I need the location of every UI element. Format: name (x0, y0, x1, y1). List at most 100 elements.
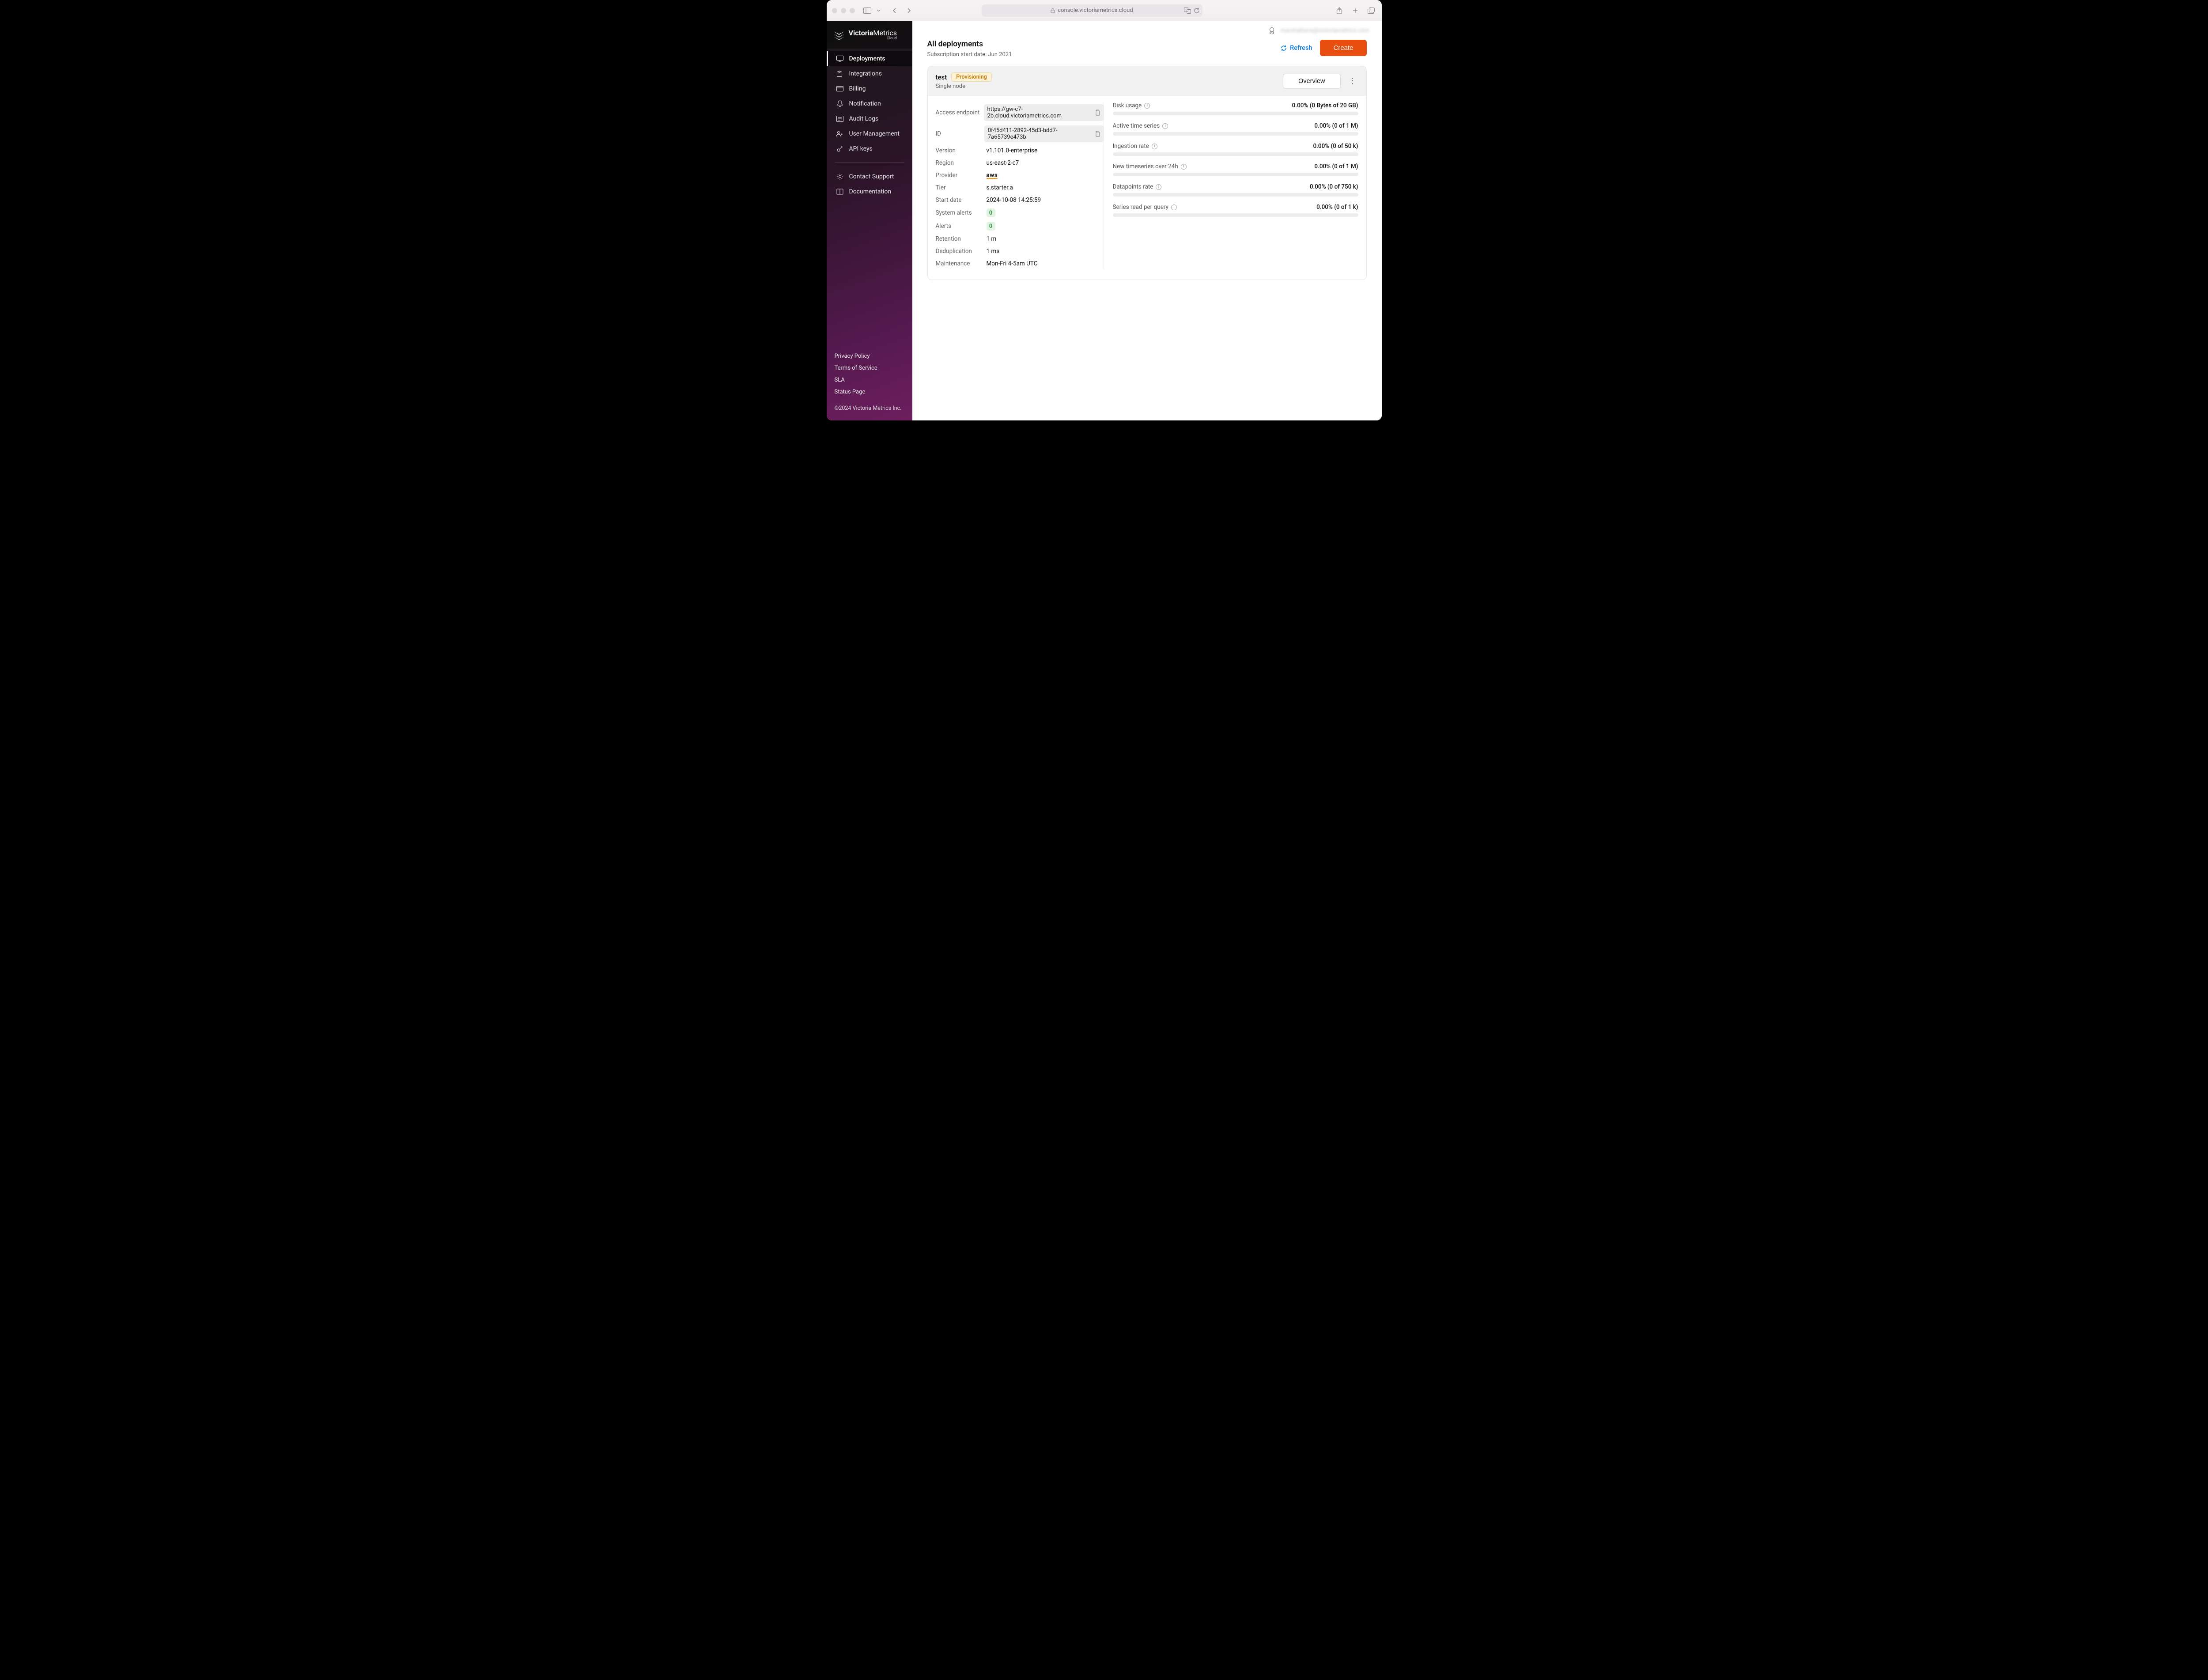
detail-label: Access endpoint (936, 109, 984, 116)
detail-label: Retention (936, 235, 987, 242)
reload-icon[interactable] (1194, 8, 1200, 14)
retention-value: 1 m (987, 235, 997, 242)
alerts-value: 0 (987, 222, 995, 231)
detail-label: Start date (936, 197, 987, 204)
puzzle-icon (836, 70, 844, 78)
footer-privacy[interactable]: Privacy Policy (835, 350, 904, 362)
metric-ingestion-rate: Ingestion ratei0.00% (0 of 50 k) (1113, 143, 1358, 156)
nav-label: Documentation (849, 188, 892, 195)
page-title: All deployments (927, 40, 1012, 49)
refresh-label: Refresh (1290, 44, 1312, 52)
copy-icon[interactable] (1095, 110, 1100, 116)
metric-value: 0.00% (0 Bytes of 20 GB) (1292, 102, 1358, 109)
detail-label: Maintenance (936, 260, 987, 267)
info-icon[interactable]: i (1162, 123, 1168, 129)
nav-label: Integrations (849, 70, 882, 77)
url-text: console.victoriametrics.cloud (1058, 7, 1133, 14)
sidebar-toggle-icon[interactable] (862, 5, 873, 16)
topbar: marshalbeva@victoriametrics.com (912, 21, 1382, 38)
start-date-value: 2024-10-08 14:25:59 (987, 197, 1041, 204)
chevron-down-icon[interactable] (876, 5, 881, 16)
detail-label: System alerts (936, 209, 987, 216)
metric-datapoints-rate: Datapoints ratei0.00% (0 of 750 k) (1113, 183, 1358, 197)
nav-contact-support[interactable]: Contact Support (827, 169, 912, 184)
info-icon[interactable]: i (1144, 103, 1150, 109)
new-tab-icon[interactable] (1350, 5, 1361, 16)
footer-terms[interactable]: Terms of Service (835, 362, 904, 374)
users-icon (836, 130, 844, 138)
close-dot[interactable] (832, 8, 837, 13)
nav-main: Deployments Integrations Billing Notific… (827, 49, 912, 199)
minimize-dot[interactable] (841, 8, 846, 13)
overview-button[interactable]: Overview (1283, 74, 1340, 89)
system-alerts-value: 0 (987, 208, 995, 217)
card-icon (836, 85, 844, 93)
nav-documentation[interactable]: Documentation (827, 184, 912, 199)
metric-value: 0.00% (0 of 1 M) (1314, 122, 1358, 129)
nav-deployments[interactable]: Deployments (827, 51, 912, 66)
log-icon (836, 115, 844, 123)
nav-label: User Management (849, 130, 900, 137)
detail-label: Version (936, 147, 987, 154)
back-icon[interactable] (889, 5, 900, 16)
brand[interactable]: VictoriaMetrics Cloud (827, 21, 912, 49)
progress-bar (1113, 193, 1358, 197)
nav-notification[interactable]: Notification (827, 96, 912, 111)
forward-icon[interactable] (904, 5, 914, 16)
detail-label: Alerts (936, 223, 987, 230)
info-icon[interactable]: i (1156, 184, 1161, 190)
region-value: us-east-2-c7 (987, 159, 1019, 166)
award-icon (1268, 26, 1276, 34)
maximize-dot[interactable] (850, 8, 855, 13)
footer-links: Privacy Policy Terms of Service SLA Stat… (827, 350, 912, 405)
gear-icon (836, 173, 844, 181)
refresh-button[interactable]: Refresh (1280, 44, 1312, 52)
tier-value: s.starter.a (987, 184, 1013, 191)
metric-label: Series read per query (1113, 204, 1168, 211)
detail-label: Tier (936, 184, 987, 191)
nav-label: Audit Logs (849, 115, 879, 122)
tabs-icon[interactable] (1366, 5, 1376, 16)
create-button[interactable]: Create (1320, 40, 1366, 56)
access-endpoint-value: https://gw-c7-2b.cloud.victoriametrics.c… (987, 106, 1091, 119)
metric-label: Disk usage (1113, 102, 1142, 109)
page-header: All deployments Subscription start date:… (912, 38, 1382, 66)
footer-sla[interactable]: SLA (835, 374, 904, 386)
nav-label: Contact Support (849, 173, 894, 180)
nav-audit-logs[interactable]: Audit Logs (827, 111, 912, 126)
metric-series-read: Series read per queryi0.00% (0 of 1 k) (1113, 204, 1358, 217)
deployment-card: test Provisioning Single node Overview ⋮… (927, 66, 1367, 280)
detail-label: Region (936, 159, 987, 166)
translate-icon[interactable] (1184, 8, 1191, 14)
kebab-menu-icon[interactable]: ⋮ (1347, 74, 1358, 88)
id-value: 0f45d411-2892-45d3-bdd7-7a65739e473b (988, 127, 1091, 140)
key-icon (836, 145, 844, 153)
info-icon[interactable]: i (1181, 164, 1187, 170)
deployment-mode: Single node (936, 83, 992, 90)
metric-value: 0.00% (0 of 750 k) (1310, 183, 1358, 190)
footer-status[interactable]: Status Page (835, 386, 904, 398)
traffic-lights (832, 8, 855, 13)
nav-integrations[interactable]: Integrations (827, 66, 912, 81)
nav-label: API keys (849, 145, 873, 152)
info-icon[interactable]: i (1171, 204, 1177, 210)
share-icon[interactable] (1334, 5, 1345, 16)
maintenance-value: Mon-Fri 4-5am UTC (987, 260, 1038, 267)
metric-disk-usage: Disk usagei 0.00% (0 Bytes of 20 GB) (1113, 102, 1358, 115)
nav-billing[interactable]: Billing (827, 81, 912, 96)
browser-window: console.victoriametrics.cloud (827, 0, 1382, 420)
nav-user-management[interactable]: User Management (827, 126, 912, 141)
copy-icon[interactable] (1095, 131, 1100, 137)
metric-value: 0.00% (0 of 50 k) (1313, 143, 1358, 150)
brand-name-bold: Victoria (849, 29, 873, 37)
bell-icon (836, 100, 844, 108)
url-bar[interactable]: console.victoriametrics.cloud (982, 4, 1202, 17)
status-badge: Provisioning (951, 72, 992, 82)
main: marshalbeva@victoriametrics.com All depl… (912, 21, 1382, 420)
monitor-icon (836, 55, 844, 63)
user-email[interactable]: marshalbeva@victoriametrics.com (1280, 27, 1369, 34)
nav-label: Deployments (849, 55, 885, 62)
metric-value: 0.00% (0 of 1 M) (1314, 163, 1358, 170)
info-icon[interactable]: i (1152, 144, 1157, 149)
nav-api-keys[interactable]: API keys (827, 141, 912, 156)
